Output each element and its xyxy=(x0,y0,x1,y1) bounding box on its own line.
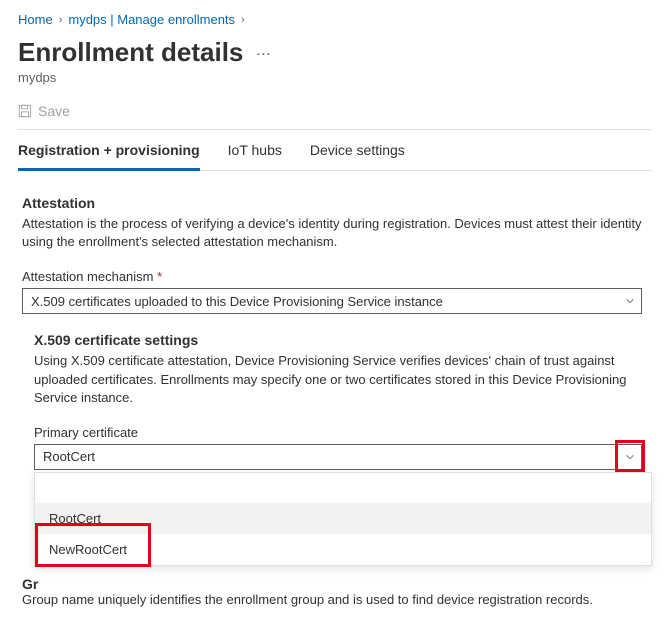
chevron-right-icon: › xyxy=(59,14,63,26)
save-icon xyxy=(18,104,32,118)
chevron-down-icon xyxy=(625,452,635,462)
dropdown-option-newrootcert[interactable]: NewRootCert xyxy=(35,534,651,565)
dropdown-option-rootcert[interactable]: RootCert xyxy=(35,503,651,534)
group-heading-fragment: Gr xyxy=(22,576,38,592)
tabs: Registration + provisioning IoT hubs Dev… xyxy=(18,130,652,171)
attestation-mechanism-select[interactable]: X.509 certificates uploaded to this Devi… xyxy=(22,288,642,314)
x509-heading: X.509 certificate settings xyxy=(34,332,642,348)
breadcrumb-mydps[interactable]: mydps | Manage enrollments xyxy=(68,12,235,27)
x509-description: Using X.509 certificate attestation, Dev… xyxy=(34,352,642,407)
tab-iot-hubs[interactable]: IoT hubs xyxy=(228,130,282,170)
command-bar: Save xyxy=(18,99,652,130)
primary-certificate-label: Primary certificate xyxy=(34,425,642,440)
breadcrumb-home[interactable]: Home xyxy=(18,12,53,27)
attestation-heading: Attestation xyxy=(22,195,648,211)
chevron-down-icon xyxy=(625,296,635,306)
dropdown-option-blank[interactable] xyxy=(35,473,651,503)
primary-certificate-select[interactable]: RootCert xyxy=(34,444,642,470)
attestation-mechanism-label: Attestation mechanism * xyxy=(22,269,648,284)
attestation-description: Attestation is the process of verifying … xyxy=(22,215,642,251)
save-button[interactable]: Save xyxy=(18,103,70,119)
page-title: Enrollment details xyxy=(18,37,243,68)
save-label: Save xyxy=(38,103,70,119)
attestation-mechanism-value: X.509 certificates uploaded to this Devi… xyxy=(31,294,443,309)
breadcrumb: Home › mydps | Manage enrollments › xyxy=(18,8,652,37)
primary-certificate-value: RootCert xyxy=(43,449,95,464)
page-subtitle: mydps xyxy=(18,70,652,85)
primary-certificate-dropdown: RootCert NewRootCert xyxy=(34,472,652,566)
tab-device-settings[interactable]: Device settings xyxy=(310,130,405,170)
tab-registration[interactable]: Registration + provisioning xyxy=(18,130,200,171)
chevron-right-icon: › xyxy=(241,14,245,26)
group-description: Group name uniquely identifies the enrol… xyxy=(22,592,648,607)
more-icon[interactable]: … xyxy=(255,42,272,64)
